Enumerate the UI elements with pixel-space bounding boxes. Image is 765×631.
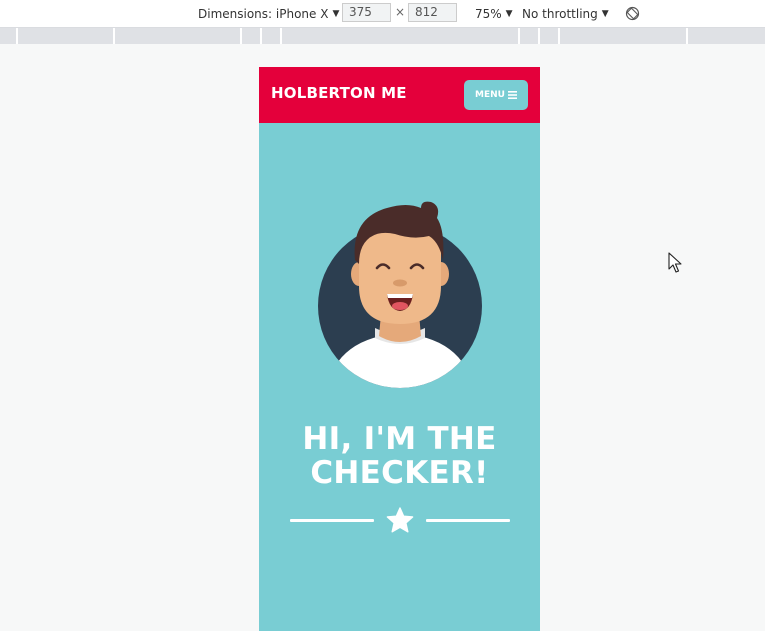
avatar-illustration [318, 201, 482, 388]
times-symbol: × [395, 5, 406, 19]
dropdown-caret-icon: ▼ [601, 8, 609, 19]
media-query-ruler[interactable] [0, 28, 765, 44]
ruler-segment[interactable] [16, 28, 113, 44]
cursor-icon [668, 252, 682, 273]
ruler-segment[interactable] [558, 28, 686, 44]
brand-logo[interactable]: HOLBERTON ME [271, 84, 407, 102]
ruler-segment[interactable] [538, 28, 558, 44]
dropdown-caret-icon: ▼ [332, 8, 340, 19]
zoom-label: 75% [475, 6, 502, 21]
ruler-segment[interactable] [686, 28, 765, 44]
device-viewport: HOLBERTON ME MENU HI, I'M THE CHECKER! [259, 67, 540, 631]
ruler-segment[interactable] [113, 28, 240, 44]
zoom-select[interactable]: 75% ▼ [475, 0, 513, 27]
ruler-segment[interactable] [280, 28, 518, 44]
device-label: Dimensions: iPhone X [198, 6, 329, 21]
menu-button[interactable]: MENU [464, 80, 528, 110]
divider-line-right [426, 519, 510, 522]
rotate-icon[interactable] [625, 6, 640, 21]
throttling-label: No throttling [522, 6, 598, 21]
width-input[interactable]: 375 [342, 3, 391, 22]
hamburger-icon [507, 91, 517, 99]
hero-title-line-2: CHECKER! [310, 455, 489, 491]
navbar: HOLBERTON ME MENU [259, 67, 540, 123]
hero-title: HI, I'M THE CHECKER! [259, 422, 540, 490]
star-icon [386, 507, 414, 533]
height-input[interactable]: 812 [408, 3, 457, 22]
hero-title-line-1: HI, I'M THE [302, 421, 497, 457]
ruler-segment[interactable] [240, 28, 260, 44]
divider-line-left [290, 519, 374, 522]
ruler-segment[interactable] [260, 28, 280, 44]
throttling-select[interactable]: No throttling ▼ [522, 0, 609, 27]
ruler-segment[interactable] [518, 28, 538, 44]
menu-label: MENU [475, 90, 505, 100]
device-toolbar: Dimensions: iPhone X ▼ 375 × 812 75% ▼ N… [0, 0, 765, 28]
device-select[interactable]: Dimensions: iPhone X ▼ [198, 0, 339, 27]
dropdown-caret-icon: ▼ [505, 8, 513, 19]
